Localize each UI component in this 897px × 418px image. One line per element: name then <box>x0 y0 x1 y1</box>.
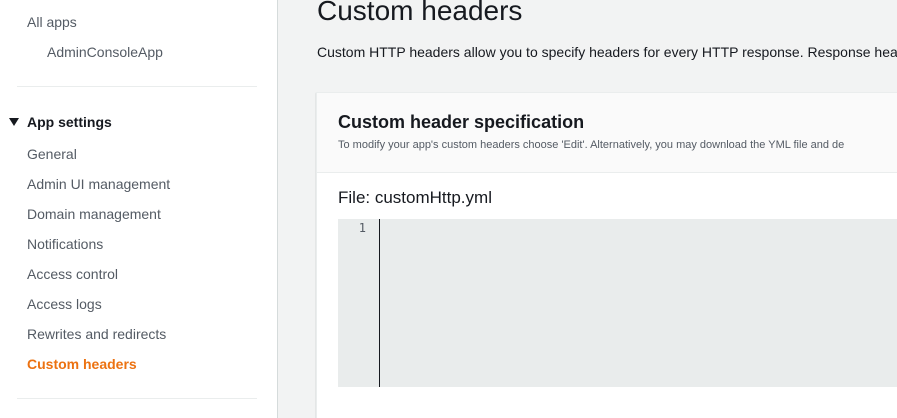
page-description: Custom HTTP headers allow you to specify… <box>317 44 897 60</box>
panel-title: Custom header specification <box>338 112 585 132</box>
editor-gutter: 1 <box>338 219 380 387</box>
nav-link-all-apps[interactable]: All apps <box>27 14 77 30</box>
page-title: Custom headers <box>317 0 523 26</box>
section-header-app-settings[interactable]: App settings <box>9 114 112 130</box>
sidebar-item-access-control[interactable]: Access control <box>27 266 118 282</box>
section-title: App settings <box>27 114 112 130</box>
main-content: Custom headers Custom HTTP headers allow… <box>278 0 897 418</box>
sidebar-item-rewrites-and-redirects[interactable]: Rewrites and redirects <box>27 326 166 342</box>
sidebar-item-domain-management[interactable]: Domain management <box>27 206 161 222</box>
sidebar-item-admin-ui-management[interactable]: Admin UI management <box>27 176 170 192</box>
yaml-code-editor[interactable]: 1 <box>338 219 897 387</box>
sidebar-divider <box>17 86 257 87</box>
sidebar-item-custom-headers[interactable]: Custom headers <box>27 356 137 372</box>
sidebar-divider <box>17 398 257 399</box>
panel-header: Custom header specification To modify yo… <box>317 93 897 173</box>
file-label: File: customHttp.yml <box>338 188 492 207</box>
nav-link-app-name[interactable]: AdminConsoleApp <box>47 44 163 60</box>
panel-description: To modify your app's custom headers choo… <box>338 139 845 151</box>
line-number: 1 <box>358 221 366 235</box>
sidebar-item-access-logs[interactable]: Access logs <box>27 296 102 312</box>
sidebar-item-notifications[interactable]: Notifications <box>27 236 103 252</box>
custom-header-panel: Custom header specification To modify yo… <box>316 92 897 418</box>
sidebar-item-general[interactable]: General <box>27 146 77 162</box>
editor-code-area[interactable] <box>380 219 897 387</box>
caret-down-icon <box>9 118 19 126</box>
sidebar-nav: All apps AdminConsoleApp App settings Ge… <box>0 0 278 418</box>
